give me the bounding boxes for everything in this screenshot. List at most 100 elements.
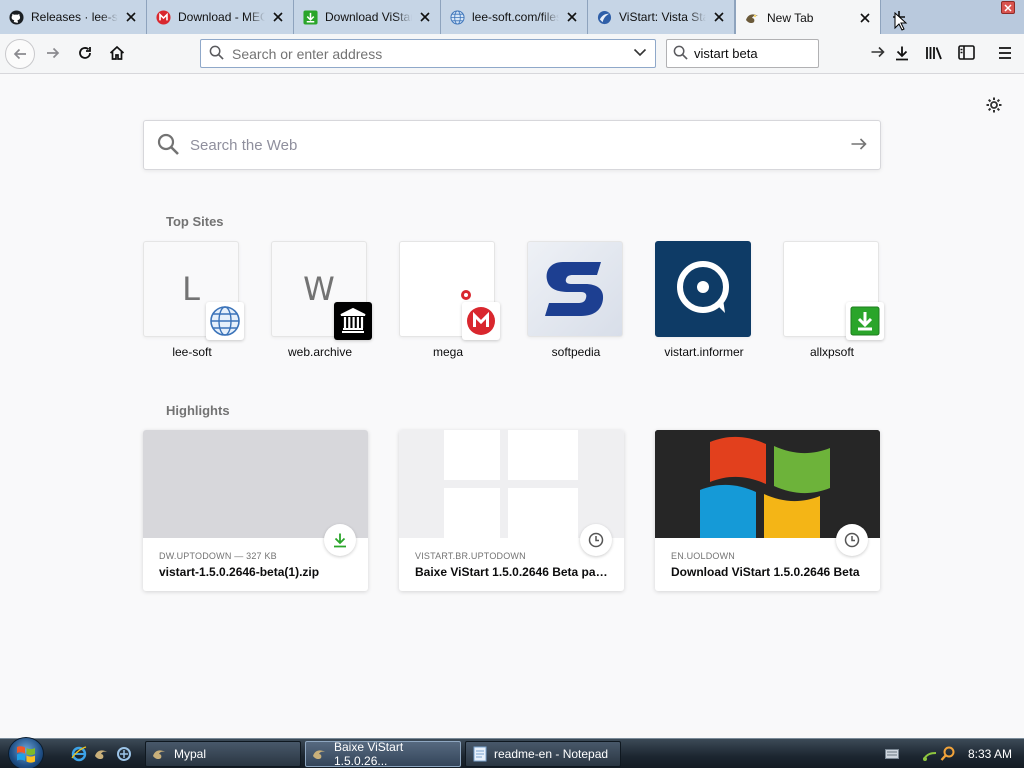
highlight-thumbnail (399, 430, 624, 538)
archive-icon (334, 302, 372, 340)
top-site-label: web.archive (287, 345, 353, 359)
dropdown-chevron-icon[interactable] (633, 45, 647, 62)
downloads-button[interactable] (886, 38, 918, 70)
download-arrow-icon (324, 524, 356, 556)
reload-button[interactable] (69, 38, 101, 70)
top-site-label: mega (432, 345, 464, 359)
web-search-box[interactable] (143, 120, 881, 170)
site-letter: L (182, 270, 200, 308)
tab-title: Download - MEGA (178, 10, 265, 24)
close-tab-icon[interactable] (124, 10, 138, 24)
tab-download-vistart[interactable]: Download ViStart (294, 0, 441, 34)
tab-mega[interactable]: Download - MEGA (147, 0, 294, 34)
top-site-web-archive[interactable]: W web.archive (271, 241, 372, 359)
internet-explorer-icon[interactable] (70, 745, 88, 763)
mega-icon (155, 9, 171, 25)
notepad-icon (472, 746, 488, 762)
start-button[interactable] (8, 737, 44, 768)
search-icon (156, 132, 180, 159)
address-bar[interactable] (200, 39, 656, 68)
settings-gear-icon[interactable] (984, 95, 1004, 115)
window-close-button[interactable] (1001, 1, 1015, 14)
download-icon (846, 302, 884, 340)
back-arrow-icon (5, 39, 35, 69)
informer-icon[interactable] (655, 241, 751, 337)
close-tab-icon[interactable] (712, 10, 726, 24)
top-site-label: softpedia (551, 345, 601, 359)
top-site-mega[interactable]: mega (399, 241, 500, 359)
highlight-title: Baixe ViStart 1.5.0.2646 Beta para Windo… (415, 565, 610, 579)
tab-strip: Releases · lee-soft/ViStart Download - M… (0, 0, 1024, 35)
mypal-quicklaunch-icon[interactable] (93, 745, 111, 763)
highlight-source: EN.UOLDOWN (671, 551, 736, 561)
forward-arrow-icon (45, 45, 61, 64)
tab-releases[interactable]: Releases · lee-soft/ViStart (0, 0, 147, 34)
tab-vistart-menu[interactable]: ViStart: Vista Start Menu (588, 0, 735, 34)
highlight-card[interactable]: DW.UPTODOWN — 327 KB vistart-1.5.0.2646-… (143, 430, 368, 591)
download-icon (302, 9, 318, 25)
taskbar-label: readme-en - Notepad (494, 747, 609, 761)
network-icon[interactable] (922, 746, 938, 762)
taskbar-notepad[interactable]: readme-en - Notepad (465, 741, 621, 767)
tab-title: New Tab (767, 10, 814, 25)
top-site-tile[interactable] (399, 241, 500, 340)
top-site-label: allxpsoft (809, 345, 855, 359)
explorer-quicklaunch-icon[interactable] (115, 745, 133, 763)
search-submit-arrow-icon[interactable] (850, 135, 868, 156)
top-sites-heading: Top Sites (166, 214, 224, 229)
tab-lee-soft-files[interactable]: lee-soft.com/files (441, 0, 588, 34)
library-button[interactable] (918, 38, 950, 70)
search-bar[interactable] (666, 39, 885, 68)
highlight-title: Download ViStart 1.5.0.2646 Beta (671, 565, 860, 579)
search-icon (673, 45, 688, 63)
top-site-tile[interactable] (783, 241, 884, 340)
top-site-tile[interactable]: W (271, 241, 372, 340)
highlight-card[interactable]: VISTART.BR.UPTODOWN Baixe ViStart 1.5.0.… (399, 430, 624, 591)
system-clock[interactable]: 8:33 AM (968, 747, 1012, 761)
search-input[interactable] (694, 46, 870, 61)
sidebar-button[interactable] (950, 38, 982, 70)
close-tab-icon[interactable] (418, 10, 432, 24)
close-tab-icon[interactable] (565, 10, 579, 24)
taskbar-label: Mypal (174, 747, 207, 761)
softpedia-icon[interactable] (527, 241, 623, 337)
top-site-tile[interactable]: L (143, 241, 244, 340)
new-tab-page: Top Sites L lee-soft W web.archive mega (0, 75, 1024, 738)
globe-icon (206, 302, 244, 340)
top-site-lee-soft[interactable]: L lee-soft (143, 241, 244, 359)
home-button[interactable] (101, 38, 133, 70)
menu-button[interactable] (989, 38, 1021, 70)
close-tab-icon[interactable] (271, 10, 285, 24)
top-site-allxpsoft[interactable]: allxpsoft (783, 241, 884, 359)
globe-icon (449, 9, 465, 25)
forward-button[interactable] (37, 38, 69, 70)
back-button[interactable] (4, 38, 36, 70)
mypal-icon (312, 746, 328, 762)
mouse-cursor-icon (894, 11, 908, 32)
tab-new-tab[interactable]: New Tab (735, 0, 881, 35)
firefox-icon (744, 10, 760, 26)
top-site-softpedia[interactable]: softpedia (527, 241, 625, 359)
address-input[interactable] (232, 45, 633, 62)
highlight-card[interactable]: EN.UOLDOWN Download ViStart 1.5.0.2646 B… (655, 430, 880, 591)
taskbar-mypal[interactable]: Mypal (145, 741, 301, 767)
windows-logo-thumbnail (655, 430, 880, 538)
keyboard-icon[interactable] (884, 746, 900, 762)
tab-title: lee-soft.com/files (472, 10, 559, 24)
clock-icon (836, 524, 868, 556)
go-arrow-icon[interactable] (870, 44, 886, 63)
highlight-title: vistart-1.5.0.2646-beta(1).zip (159, 565, 320, 579)
highlights-heading: Highlights (166, 403, 230, 418)
clock-icon (580, 524, 612, 556)
close-tab-icon[interactable] (858, 11, 872, 25)
web-search-input[interactable] (190, 136, 850, 154)
tab-title: Releases · lee-soft/ViStart (31, 10, 118, 24)
tab-title: ViStart: Vista Start Menu (619, 10, 706, 24)
home-icon (109, 45, 125, 64)
top-site-vistart-informer[interactable]: vistart.informer (655, 241, 753, 359)
search-tray-icon[interactable] (940, 746, 956, 762)
highlight-source: VISTART.BR.UPTODOWN (415, 551, 526, 561)
mega-icon (462, 302, 500, 340)
taskbar-baixe-vistart[interactable]: Baixe ViStart 1.5.0.26... (305, 740, 461, 768)
windows-logo-icon (17, 745, 35, 763)
